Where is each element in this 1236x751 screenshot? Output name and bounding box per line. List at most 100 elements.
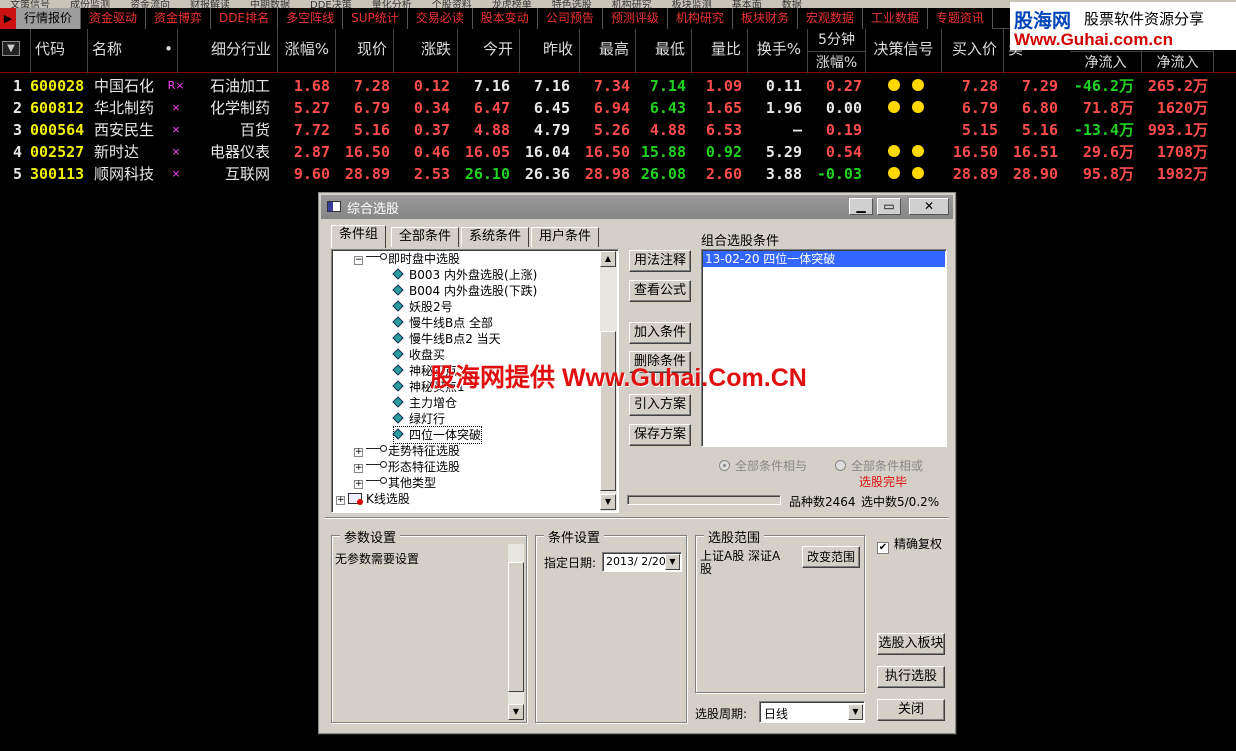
tree-group[interactable]: + 走势特征选股 bbox=[354, 443, 460, 459]
col-turnover[interactable]: 换手% bbox=[748, 29, 808, 73]
tree-leaf[interactable]: 主力增仓 bbox=[392, 395, 457, 411]
tree-leaf[interactable]: B004 内外盘选股(下跌) bbox=[392, 283, 537, 299]
col-5min[interactable]: 5分钟 涨幅% bbox=[808, 29, 866, 73]
tree-leaf[interactable]: 绿灯行 bbox=[392, 411, 445, 427]
col-pct[interactable]: 涨幅% bbox=[278, 29, 336, 73]
combo-item-selected[interactable]: 13-02-20 四位一体突破 bbox=[703, 251, 945, 267]
table-row[interactable]: 2 600812 华北制药 × 化学制药 5.27 6.79 0.34 6.47 6.45 6.94… bbox=[0, 97, 1236, 119]
cell-pct: 9.60 bbox=[293, 165, 330, 183]
usage-note-button[interactable]: 用法注释 bbox=[629, 250, 691, 272]
maximize-icon[interactable]: ▭ bbox=[877, 198, 901, 215]
col-prev-close[interactable]: 昨收 bbox=[520, 29, 580, 73]
col-price[interactable]: 现价 bbox=[336, 29, 394, 73]
save-scheme-button[interactable]: 保存方案 bbox=[629, 424, 691, 446]
combo-conditions-list[interactable]: 13-02-20 四位一体突破 bbox=[701, 249, 947, 447]
param-scroll-down-icon[interactable]: ▼ bbox=[508, 704, 524, 720]
dialog-tab-1[interactable]: 全部条件 bbox=[391, 227, 460, 247]
dialog-tab-0[interactable]: 条件组 bbox=[331, 225, 387, 248]
minimize-icon[interactable]: ▁ bbox=[849, 198, 873, 215]
tab-12[interactable]: 宏观数据 bbox=[797, 8, 863, 29]
cell-change: 2.53 bbox=[413, 165, 450, 183]
tab-14[interactable]: 专题资讯 bbox=[927, 8, 993, 29]
add-to-block-button[interactable]: 选股入板块 bbox=[877, 633, 945, 655]
col-marker[interactable]: • bbox=[160, 29, 178, 73]
column-menu-icon[interactable]: ▼ bbox=[2, 41, 20, 56]
col-open[interactable]: 今开 bbox=[458, 29, 520, 73]
scroll-thumb[interactable] bbox=[600, 331, 616, 491]
radio-or[interactable]: 全部条件相或 bbox=[835, 457, 923, 474]
table-row[interactable]: 1 600028 中国石化 R× 石油加工 1.68 7.28 0.12 7.16 7.16 7.3… bbox=[0, 75, 1236, 97]
table-row[interactable]: 5 300113 顺网科技 × 互联网 9.60 28.89 2.53 26.10 26.36 28… bbox=[0, 163, 1236, 185]
tab-8[interactable]: 公司预告 bbox=[537, 8, 603, 29]
key-icon bbox=[366, 445, 387, 452]
close-button[interactable]: 关闭 bbox=[877, 699, 945, 721]
view-formula-button[interactable]: 查看公式 bbox=[629, 280, 691, 302]
change-range-button[interactable]: 改变范围 bbox=[802, 546, 860, 568]
tree-kline[interactable]: + K线选股 bbox=[336, 491, 410, 507]
expand-icon[interactable]: + bbox=[354, 480, 363, 489]
col-code[interactable]: 代码 bbox=[30, 29, 88, 73]
table-row[interactable]: 3 000564 西安民生 × 百货 7.72 5.16 0.37 4.88 4.79 5.26 4.… bbox=[0, 119, 1236, 141]
tab-2[interactable]: 资金博弈 bbox=[146, 8, 212, 29]
scroll-down-icon[interactable]: ▼ bbox=[600, 494, 616, 510]
col-bid[interactable]: 买入价 bbox=[942, 29, 1004, 73]
col-industry[interactable]: 细分行业 bbox=[178, 29, 278, 73]
col-high[interactable]: 最高 bbox=[580, 29, 636, 73]
dialog-titlebar[interactable]: 综合选股 ▁ ▭ ✕ bbox=[321, 195, 953, 219]
col-signal[interactable]: 决策信号 bbox=[866, 29, 942, 73]
tree-leaf[interactable]: 妖股2号 bbox=[392, 299, 453, 315]
table-row[interactable]: 4 002527 新时达 × 电器仪表 2.87 16.50 0.46 16.05 16.04 16… bbox=[0, 141, 1236, 163]
param-scroll-thumb[interactable] bbox=[508, 562, 524, 692]
tab-5[interactable]: SUP统计 bbox=[343, 8, 408, 29]
tab-1[interactable]: 资金驱动 bbox=[81, 8, 147, 29]
tab-13[interactable]: 工业数据 bbox=[862, 8, 928, 29]
import-scheme-button[interactable]: 引入方案 bbox=[629, 394, 691, 416]
close-icon[interactable]: ✕ bbox=[909, 198, 949, 215]
tab-6[interactable]: 交易必读 bbox=[407, 8, 473, 29]
expand-icon[interactable]: + bbox=[354, 448, 363, 457]
expand-icon[interactable]: + bbox=[354, 464, 363, 473]
dialog-tab-3[interactable]: 用户条件 bbox=[531, 227, 600, 247]
cell-min5: 0.00 bbox=[825, 99, 862, 117]
period-dropdown-icon[interactable]: ▼ bbox=[848, 704, 863, 720]
tree-leaf[interactable]: 慢牛线B点 全部 bbox=[392, 315, 493, 331]
signal-dot-icon bbox=[912, 167, 924, 179]
tree-root[interactable]: − 即时盘中选股 bbox=[354, 251, 460, 267]
run-screen-button[interactable]: 执行选股 bbox=[877, 666, 945, 688]
cell-low: 15.88 bbox=[640, 143, 686, 161]
collapse-icon[interactable]: − bbox=[354, 256, 363, 265]
tree-root-label: 即时盘中选股 bbox=[388, 252, 461, 266]
tab-10[interactable]: 机构研究 bbox=[667, 8, 733, 29]
param-scrollbar[interactable]: ▼ bbox=[508, 544, 524, 720]
scroll-up-icon[interactable]: ▲ bbox=[600, 251, 616, 267]
date-dropdown-icon[interactable]: ▼ bbox=[665, 554, 680, 570]
tab-0[interactable]: 行情报价 bbox=[16, 8, 82, 29]
exact-adjust-checkbox[interactable]: ✔ 精确复权 bbox=[877, 535, 942, 554]
formula-icon bbox=[392, 412, 404, 424]
col-change[interactable]: 涨跌 bbox=[394, 29, 458, 73]
tree-leaf[interactable]: 四位一体突破 bbox=[392, 426, 483, 444]
tab-4[interactable]: 多空阵线 bbox=[278, 8, 344, 29]
tree-group[interactable]: + 形态特征选股 bbox=[354, 459, 460, 475]
tree-group[interactable]: + 其他类型 bbox=[354, 475, 436, 491]
radio-and[interactable]: 全部条件相与 bbox=[719, 457, 807, 474]
add-condition-button[interactable]: 加入条件 bbox=[629, 322, 691, 344]
col-low[interactable]: 最低 bbox=[636, 29, 692, 73]
tab-3[interactable]: DDE排名 bbox=[211, 8, 279, 29]
period-select[interactable]: 日线 ▼ bbox=[759, 701, 865, 723]
cell-turn: 0.11 bbox=[765, 77, 802, 95]
col-name[interactable]: 名称 bbox=[88, 29, 160, 73]
date-value: 2013/ 2/20 bbox=[606, 555, 666, 568]
col-volume-ratio[interactable]: 量比 bbox=[692, 29, 748, 73]
tab-7[interactable]: 股本变动 bbox=[472, 8, 538, 29]
tree-leaf[interactable]: 慢牛线B点2 当天 bbox=[392, 331, 501, 347]
date-picker[interactable]: 2013/ 2/20 ▼ bbox=[602, 552, 682, 572]
dialog-tab-2[interactable]: 系统条件 bbox=[461, 227, 530, 247]
cell-low: 4.88 bbox=[649, 121, 686, 139]
expand-icon[interactable]: + bbox=[336, 496, 345, 505]
tab-11[interactable]: 板块财务 bbox=[732, 8, 798, 29]
tab-9[interactable]: 预测评级 bbox=[602, 8, 668, 29]
selected-label: 选中数5/0.2% bbox=[861, 495, 940, 509]
tree-leaf[interactable]: B003 内外盘选股(上涨) bbox=[392, 267, 537, 283]
tab-scroll-icon[interactable]: ▶ bbox=[0, 8, 16, 29]
